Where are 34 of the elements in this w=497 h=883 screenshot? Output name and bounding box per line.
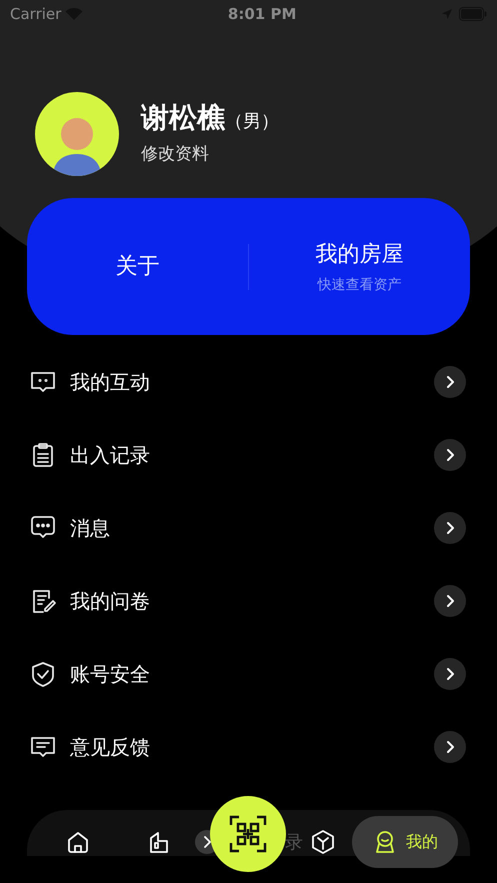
shield-check-icon bbox=[29, 660, 57, 688]
tab-item[interactable] bbox=[310, 829, 336, 855]
menu-item[interactable]: 账号安全 bbox=[0, 637, 497, 710]
menu-item[interactable]: 消息 bbox=[0, 491, 497, 564]
qr-scan-icon bbox=[229, 815, 267, 853]
menu-label: 出入记录 bbox=[70, 442, 151, 468]
chevron-button[interactable] bbox=[434, 512, 466, 544]
chevron-button[interactable] bbox=[434, 584, 466, 616]
menu-item[interactable]: 我的互动 bbox=[0, 345, 497, 418]
home-icon bbox=[65, 829, 91, 855]
chevron-button[interactable] bbox=[434, 438, 466, 470]
chevron-button[interactable] bbox=[434, 366, 466, 398]
menu-item[interactable]: 意见反馈 bbox=[0, 710, 497, 783]
my-house-button[interactable]: 我的房屋 快速查看资产 bbox=[249, 238, 470, 296]
menu-label: 账号安全 bbox=[70, 660, 151, 688]
carrier-name: Carrier bbox=[10, 4, 62, 25]
about-button[interactable]: 关于 bbox=[27, 250, 248, 283]
status-time: 8:01 PM bbox=[228, 4, 296, 25]
chevron-button[interactable] bbox=[434, 658, 466, 690]
tab-item[interactable] bbox=[65, 829, 91, 855]
menu-item[interactable]: 出入记录 bbox=[0, 418, 497, 491]
menu-item[interactable]: 我的问卷 bbox=[0, 564, 497, 637]
house-title: 我的房屋 bbox=[316, 240, 404, 268]
house-subtitle: 快速查看资产 bbox=[318, 276, 402, 294]
menu-label: 消息 bbox=[70, 514, 111, 542]
menu-label: 我的问卷 bbox=[70, 588, 151, 614]
tab-item[interactable]: 我的 bbox=[352, 816, 458, 868]
edit-profile-link[interactable]: 修改资料 bbox=[141, 142, 279, 168]
user-name: 谢松樵 bbox=[141, 100, 225, 136]
menu-label: 意见反馈 bbox=[70, 734, 151, 760]
menu-label: 我的互动 bbox=[70, 368, 151, 396]
cube-icon bbox=[310, 829, 336, 855]
user-gender: （男） bbox=[225, 110, 279, 134]
chevron-button[interactable] bbox=[434, 730, 466, 762]
